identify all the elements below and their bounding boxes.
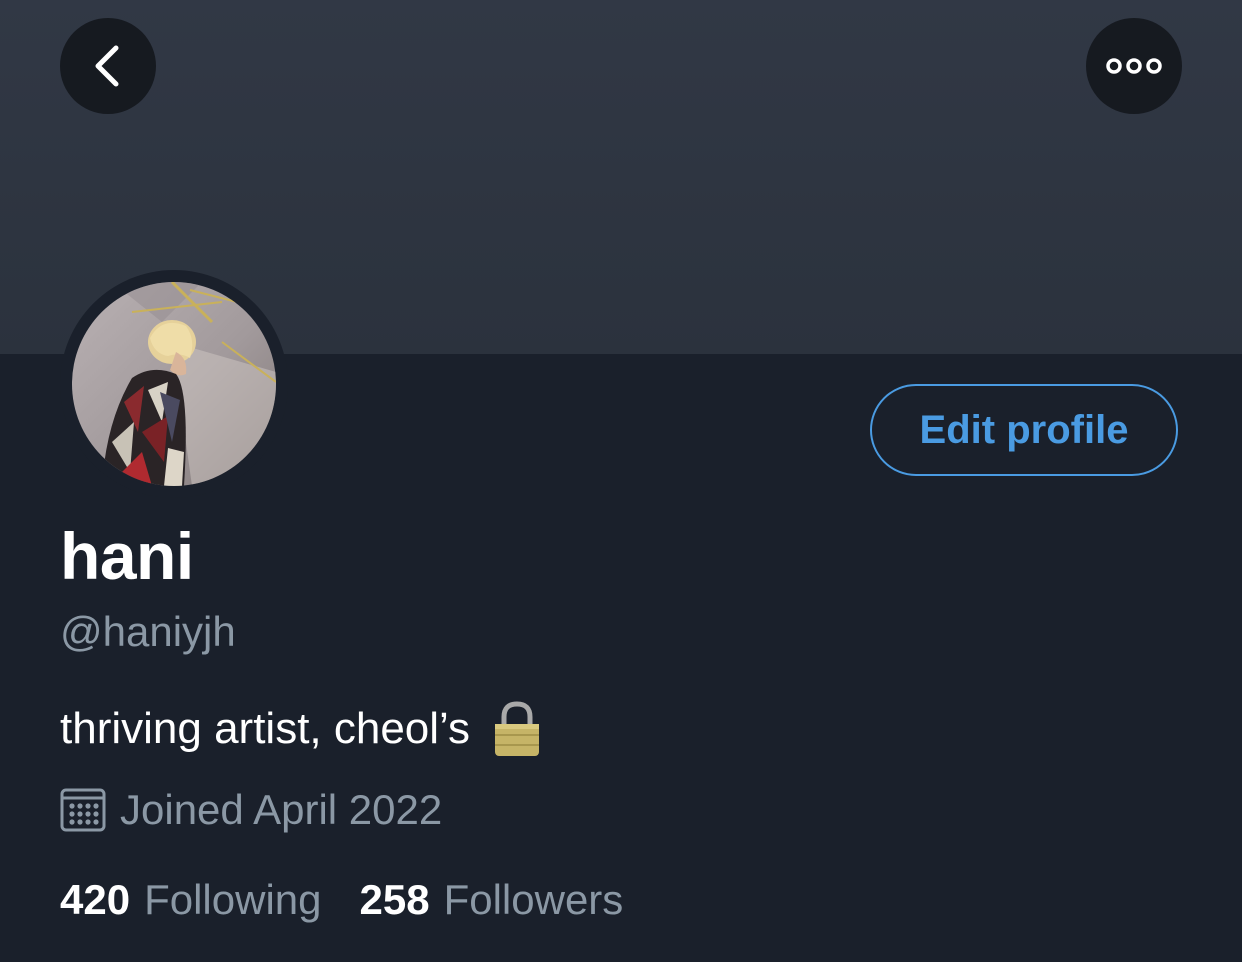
lock-icon <box>495 701 540 756</box>
calendar-icon <box>60 788 106 832</box>
more-options-button[interactable] <box>1086 18 1182 114</box>
follow-stats: 420 Following 258 Followers <box>60 876 623 924</box>
followers-count: 258 <box>359 876 430 923</box>
chevron-left-icon <box>95 45 119 87</box>
profile-page: Edit profile hani @haniyjh thriving arti… <box>0 0 1242 962</box>
followers-link[interactable]: 258 Followers <box>360 876 624 924</box>
avatar-image <box>72 282 276 486</box>
followers-label: Followers <box>443 876 624 923</box>
avatar[interactable] <box>72 282 276 486</box>
join-date-text: Joined April 2022 <box>120 786 443 833</box>
bio-text: thriving artist, cheol’s <box>60 704 471 753</box>
following-count: 420 <box>60 876 131 923</box>
display-name: hani <box>60 519 194 593</box>
edit-profile-label: Edit profile <box>919 407 1129 452</box>
edit-profile-button[interactable]: Edit profile <box>870 384 1178 476</box>
ellipsis-icon <box>1106 58 1162 74</box>
following-label: Following <box>144 876 322 923</box>
join-date: Joined April 2022 <box>60 786 442 834</box>
bio: thriving artist, cheol’s <box>60 700 542 758</box>
following-link[interactable]: 420 Following <box>60 876 322 924</box>
back-button[interactable] <box>60 18 156 114</box>
username-handle: @haniyjh <box>60 608 236 655</box>
avatar-container[interactable] <box>60 270 288 498</box>
